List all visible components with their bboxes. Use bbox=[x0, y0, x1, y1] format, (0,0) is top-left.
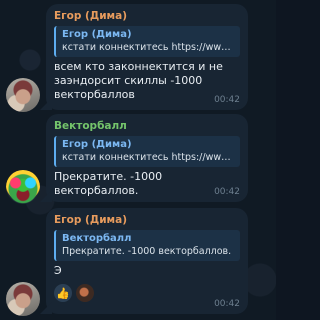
message-bubble[interactable]: Егор (Дима) Векторбалл Прекратите. -1000… bbox=[46, 208, 248, 314]
reply-preview[interactable]: Егор (Дима) кстати коннектитесь https://… bbox=[54, 136, 240, 167]
egor-avatar[interactable] bbox=[6, 282, 40, 316]
message-text: Э bbox=[54, 264, 62, 277]
user-reaction-avatar[interactable] bbox=[76, 284, 94, 302]
egor-avatar[interactable] bbox=[6, 78, 40, 112]
message-time: 00:42 bbox=[214, 95, 240, 105]
message-time: 00:42 bbox=[214, 299, 240, 309]
reply-preview[interactable]: Векторбалл Прекратите. -1000 векторбалло… bbox=[54, 230, 240, 261]
message-text: всем кто законнектится и не заэндорсит с… bbox=[54, 60, 223, 101]
message-sender[interactable]: Векторбалл bbox=[54, 120, 240, 133]
message-time: 00:42 bbox=[214, 187, 240, 197]
message-sender[interactable]: Егор (Дима) bbox=[54, 10, 240, 23]
reply-text: Прекратите. -1000 векторбаллов. bbox=[62, 246, 232, 257]
message-sender[interactable]: Егор (Дима) bbox=[54, 214, 240, 227]
message-bubble[interactable]: Векторбалл Егор (Дима) кстати коннектите… bbox=[46, 114, 248, 202]
reply-text: кстати коннектитесь https://www.... bbox=[62, 152, 234, 163]
reactions-row: 👍 bbox=[54, 284, 240, 302]
reply-preview[interactable]: Егор (Дима) кстати коннектитесь https://… bbox=[54, 26, 240, 57]
chat-view: Егор (Дима) Егор (Дима) кстати коннектит… bbox=[0, 0, 276, 320]
reply-sender: Егор (Дима) bbox=[62, 139, 132, 150]
reply-sender: Векторбалл bbox=[62, 233, 132, 244]
message-text: Прекратите. -1000 векторбаллов. bbox=[54, 170, 163, 197]
reply-text: кстати коннектитесь https://www.... bbox=[62, 42, 234, 53]
vektorball-avatar[interactable] bbox=[6, 170, 40, 204]
thumbs-up-icon[interactable]: 👍 bbox=[54, 284, 72, 302]
message-bubble[interactable]: Егор (Дима) Егор (Дима) кстати коннектит… bbox=[46, 4, 248, 110]
reply-sender: Егор (Дима) bbox=[62, 29, 132, 40]
